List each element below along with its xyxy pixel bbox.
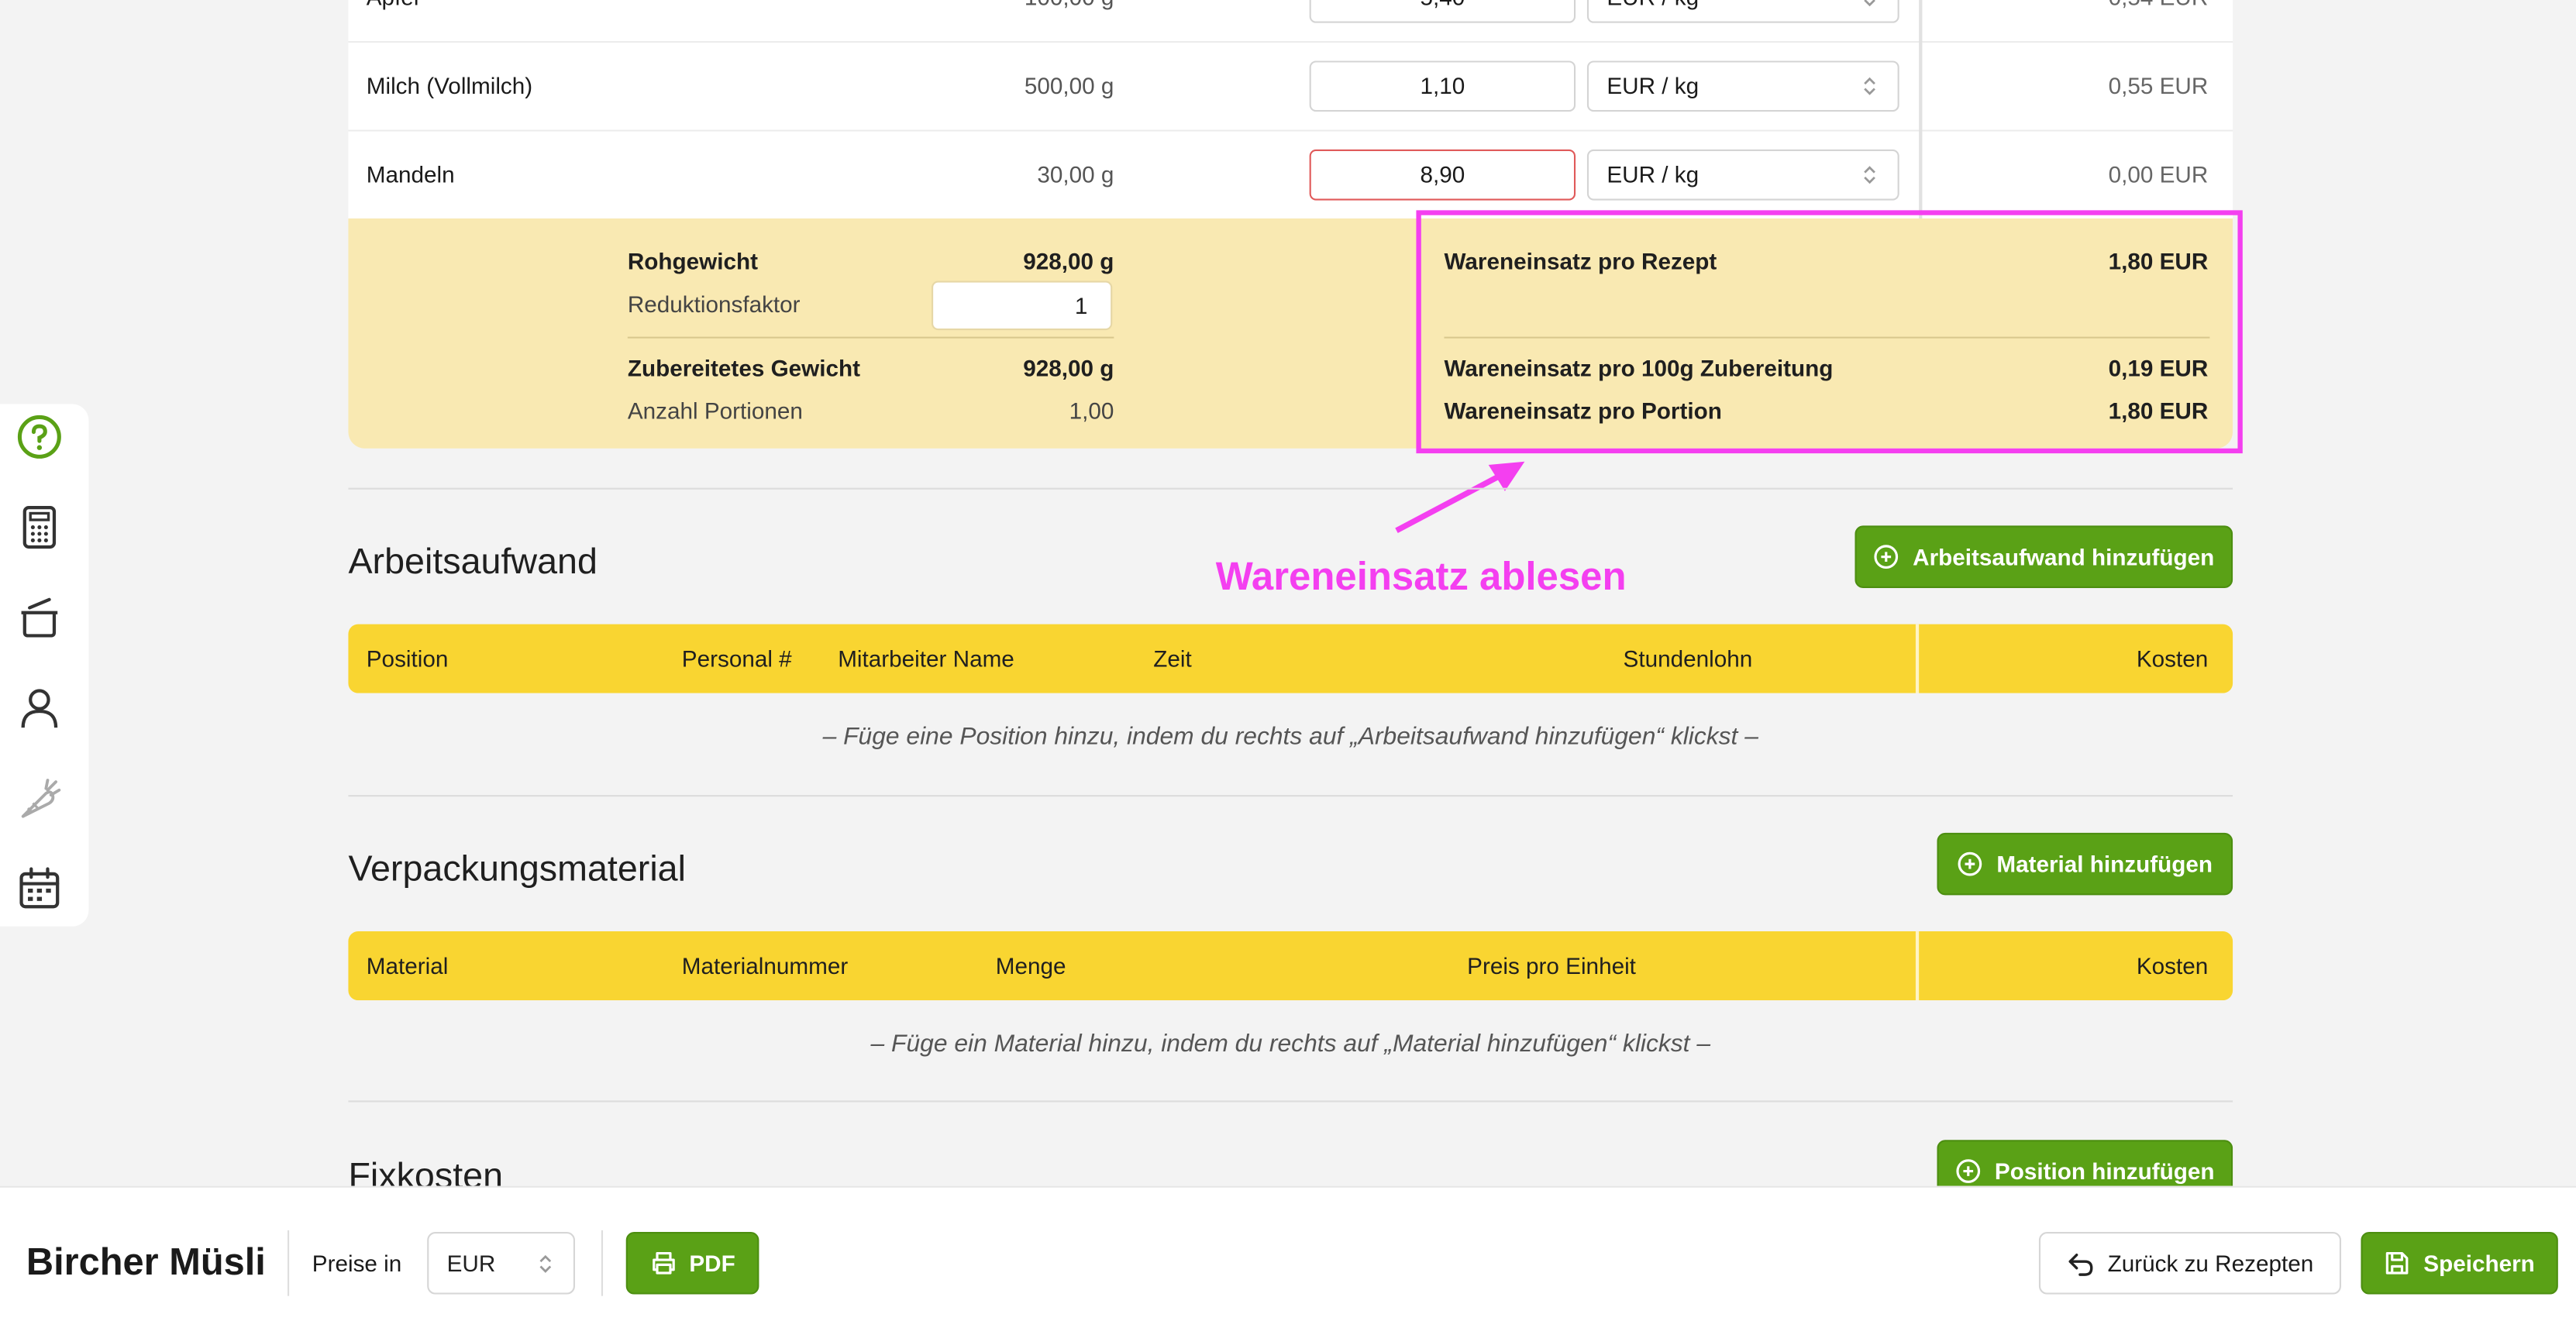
select-arrows-icon	[1864, 0, 1875, 7]
column-header: Menge	[995, 952, 1066, 979]
ingredient-qty: 30,00 g	[1037, 160, 1114, 188]
column-header: Zeit	[1153, 645, 1192, 673]
printer-icon	[652, 1251, 674, 1275]
raw-weight-label: Rohgewicht	[627, 248, 759, 275]
prices-in-label: Preise in	[312, 1250, 402, 1277]
section-divider	[348, 1100, 2233, 1103]
floppy-disk-icon	[2386, 1251, 2409, 1275]
column-header: Preis pro Einheit	[1467, 952, 1636, 979]
ingredient-unit-select[interactable]: EUR / kg	[1586, 149, 1899, 201]
select-arrows-icon	[539, 1254, 552, 1273]
unit-select-value: EUR / kg	[1607, 160, 1700, 188]
currency-select-value: EUR	[446, 1250, 496, 1277]
unit-select-value: EUR / kg	[1607, 0, 1699, 10]
ingredient-row: Apfel 100,00 g 5,40 EUR / kg 0,54 EUR	[348, 0, 2233, 43]
packaging-section-title: Verpackungsmaterial	[348, 847, 687, 889]
back-button-label: Zurück zu Rezepten	[2107, 1250, 2314, 1277]
currency-select[interactable]: EUR	[427, 1231, 575, 1295]
reduction-factor-input[interactable]: 1	[932, 280, 1113, 331]
ingredient-price-input[interactable]: 1,10	[1309, 60, 1576, 112]
column-divider	[1915, 624, 1920, 693]
labor-table-header: Position Personal # Mitarbeiter Name Zei…	[348, 624, 2233, 693]
section-divider	[348, 487, 2233, 490]
ingredient-name: Apfel	[367, 0, 419, 10]
ingredient-price-input[interactable]: 8,90	[1309, 149, 1576, 201]
annotation-text: Wareneinsatz ablesen	[1215, 555, 1627, 600]
ingredient-unit-select[interactable]: EUR / kg	[1586, 0, 1899, 23]
annotation-highlight-box	[1416, 210, 2243, 454]
pdf-button[interactable]: PDF	[625, 1231, 759, 1295]
column-header: Personal #	[681, 645, 792, 673]
ingredient-cost: 0,54 EUR	[2109, 0, 2209, 10]
select-arrows-icon	[1864, 166, 1875, 184]
back-to-recipes-button[interactable]: Zurück zu Rezepten	[2038, 1231, 2341, 1295]
packaging-table-header: Material Materialnummer Menge Preis pro …	[348, 931, 2233, 1001]
add-labor-button[interactable]: Arbeitsaufwand hinzufügen	[1855, 525, 2233, 588]
ingredient-row: Mandeln 30,00 g 8,90 EUR / kg 0,00 EUR	[348, 132, 2233, 221]
ingredient-cost: 0,55 EUR	[2108, 72, 2209, 99]
add-labor-button-label: Arbeitsaufwand hinzufügen	[1913, 543, 2215, 570]
save-button-label: Speichern	[2423, 1250, 2535, 1277]
ingredient-qty: 500,00 g	[1024, 72, 1114, 99]
ingredient-qty: 100,00 g	[1025, 0, 1114, 10]
plus-circle-icon	[1874, 545, 1899, 569]
portions-value: 1,00	[1069, 397, 1114, 424]
column-divider	[1919, 0, 1923, 218]
prepared-weight-value: 928,00 g	[1023, 354, 1114, 381]
column-header: Kosten	[2136, 952, 2209, 979]
column-header: Materialnummer	[681, 952, 849, 979]
add-material-button[interactable]: Material hinzufügen	[1937, 832, 2233, 896]
column-divider	[1915, 931, 1920, 1001]
add-material-button-label: Material hinzufügen	[1996, 851, 2213, 878]
help-icon[interactable]	[16, 414, 62, 459]
calendar-icon[interactable]	[16, 865, 62, 911]
column-header: Material	[366, 952, 449, 979]
bottom-action-bar: Bircher Müsli Preise in EUR PDF Zurück z…	[0, 1185, 2576, 1328]
reduction-factor-label: Reduktionsfaktor	[627, 291, 801, 318]
side-toolbar	[0, 404, 89, 927]
plus-circle-icon	[1956, 1159, 1981, 1183]
unit-select-value: EUR / kg	[1607, 72, 1700, 99]
column-header: Mitarbeiter Name	[838, 645, 1014, 673]
ingredient-unit-select[interactable]: EUR / kg	[1586, 60, 1899, 112]
undo-arrow-icon	[2068, 1252, 2093, 1275]
labor-section-title: Arbeitsaufwand	[348, 540, 598, 582]
column-header: Stundenlohn	[1623, 645, 1753, 673]
section-divider	[348, 795, 2233, 797]
prepared-weight-label: Zubereitetes Gewicht	[627, 354, 861, 381]
ingredient-cost: 0,00 EUR	[2108, 160, 2209, 188]
raw-weight-value: 928,00 g	[1023, 248, 1114, 275]
portions-label: Anzahl Portionen	[627, 397, 803, 424]
calculator-icon[interactable]	[16, 504, 62, 550]
toolbar-separator	[287, 1230, 290, 1296]
annotation-arrow-icon	[1395, 461, 1525, 534]
recipe-calculator-page: Apfel 100,00 g 5,40 EUR / kg 0,54 EUR Mi…	[0, 0, 2576, 1328]
ingredient-name: Mandeln	[366, 160, 455, 188]
pdf-button-label: PDF	[689, 1250, 735, 1277]
save-button[interactable]: Speichern	[2361, 1231, 2558, 1295]
column-header: Position	[366, 645, 449, 673]
ingredient-row: Milch (Vollmilch) 500,00 g 1,10 EUR / kg…	[348, 43, 2233, 132]
recipe-title: Bircher Müsli	[26, 1240, 266, 1283]
select-arrows-icon	[1864, 77, 1875, 95]
cooking-pot-icon[interactable]	[16, 594, 62, 640]
ingredient-price-input[interactable]: 5,40	[1309, 0, 1576, 23]
labor-empty-message: – Füge eine Position hinzu, indem du rec…	[348, 693, 2233, 796]
add-position-button-label: Position hinzufügen	[1994, 1158, 2215, 1185]
carrot-icon[interactable]	[16, 776, 62, 821]
user-icon[interactable]	[16, 685, 62, 731]
packaging-empty-message: – Füge ein Material hinzu, indem du rech…	[348, 1000, 2233, 1103]
summary-divider	[627, 336, 1114, 339]
ingredient-table: Apfel 100,00 g 5,40 EUR / kg 0,54 EUR Mi…	[348, 0, 2233, 221]
plus-circle-icon	[1958, 852, 1982, 876]
ingredient-name: Milch (Vollmilch)	[366, 72, 533, 99]
toolbar-separator	[601, 1230, 604, 1296]
column-header: Kosten	[2136, 645, 2209, 673]
